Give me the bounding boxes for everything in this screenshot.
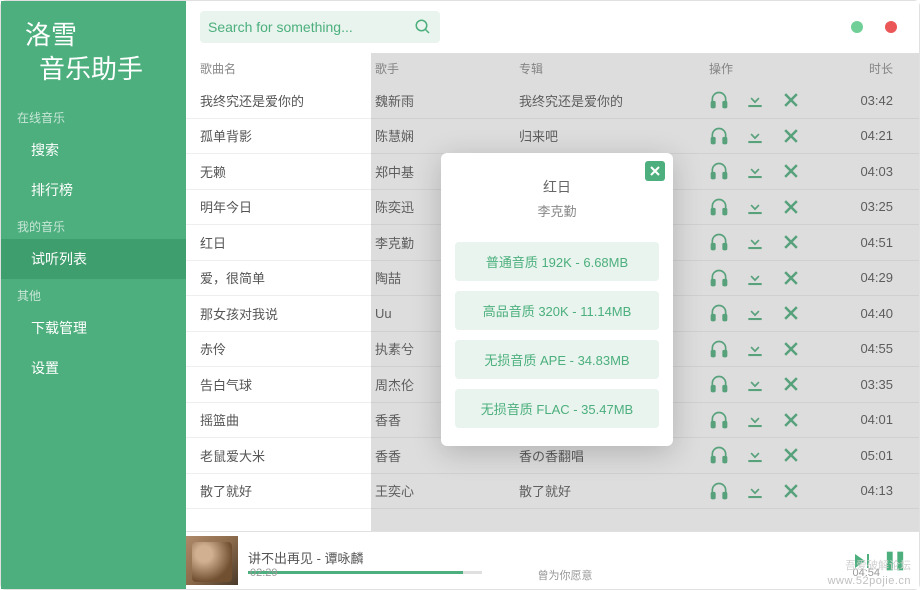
track-name: 老鼠爱大米 bbox=[200, 446, 375, 465]
track-name: 赤伶 bbox=[200, 339, 375, 358]
album-cover[interactable] bbox=[186, 536, 238, 585]
nav-section-online: 在线音乐 bbox=[1, 101, 186, 130]
now-playing-title: 讲不出再见 - 谭咏麟 bbox=[248, 548, 841, 567]
nav-section-other: 其他 bbox=[1, 279, 186, 308]
track-name: 无赖 bbox=[200, 162, 375, 181]
quality-option[interactable]: 普通音质 192K - 6.68MB bbox=[455, 242, 659, 281]
track-name: 摇篮曲 bbox=[200, 410, 375, 429]
nav-settings[interactable]: 设置 bbox=[1, 348, 186, 388]
nav-playlist[interactable]: 试听列表 bbox=[1, 239, 186, 279]
watermark-text: 吾爱破解论坛 bbox=[845, 557, 911, 573]
app-logo: 洛雪 音乐助手 bbox=[1, 11, 186, 101]
logo-line1: 洛雪 bbox=[25, 19, 162, 53]
nav-leaderboard[interactable]: 排行榜 bbox=[1, 170, 186, 210]
track-name: 孤单背影 bbox=[200, 126, 375, 145]
quality-option[interactable]: 无损音质 FLAC - 35.47MB bbox=[455, 389, 659, 428]
track-name: 告白气球 bbox=[200, 375, 375, 394]
track-name: 那女孩对我说 bbox=[200, 304, 375, 323]
track-name: 爱，很简单 bbox=[200, 268, 375, 287]
minimize-button[interactable] bbox=[851, 21, 863, 33]
app-window: 洛雪 音乐助手 在线音乐 搜索排行榜 我的音乐 试听列表 其他 下载管理设置 歌… bbox=[0, 0, 920, 590]
modal-title: 红日 bbox=[455, 167, 659, 201]
watermark-url: www.52pojie.cn bbox=[828, 575, 911, 587]
current-lyric: 曾为你愿意 bbox=[538, 567, 593, 583]
track-name: 红日 bbox=[200, 233, 375, 252]
quality-option[interactable]: 高品音质 320K - 11.14MB bbox=[455, 291, 659, 330]
elapsed-time: 02:29 bbox=[250, 567, 278, 583]
quality-option[interactable]: 无损音质 APE - 34.83MB bbox=[455, 340, 659, 379]
quality-modal: 红日 李克勤 普通音质 192K - 6.68MB 高品音质 320K - 11.… bbox=[441, 153, 673, 446]
track-name: 我终究还是爱你的 bbox=[200, 91, 375, 110]
search-box[interactable] bbox=[200, 11, 440, 43]
search-input[interactable] bbox=[208, 19, 414, 35]
sidebar: 洛雪 音乐助手 在线音乐 搜索排行榜 我的音乐 试听列表 其他 下载管理设置 bbox=[1, 1, 186, 589]
window-controls bbox=[851, 21, 905, 33]
modal-subtitle: 李克勤 bbox=[455, 201, 659, 232]
player-bar: 讲不出再见 - 谭咏麟 02:29 曾为你愿意 04:54 bbox=[186, 531, 919, 589]
modal-close-button[interactable] bbox=[645, 161, 665, 181]
track-name: 明年今日 bbox=[200, 197, 375, 216]
nav-search[interactable]: 搜索 bbox=[1, 130, 186, 170]
col-name: 歌曲名 bbox=[200, 60, 375, 77]
nav-downloads[interactable]: 下载管理 bbox=[1, 308, 186, 348]
track-name: 散了就好 bbox=[200, 481, 375, 500]
search-icon[interactable] bbox=[414, 18, 432, 36]
topbar bbox=[186, 1, 919, 53]
nav-section-mine: 我的音乐 bbox=[1, 210, 186, 239]
close-button[interactable] bbox=[885, 21, 897, 33]
close-icon bbox=[649, 165, 661, 177]
logo-line2: 音乐助手 bbox=[25, 53, 162, 87]
